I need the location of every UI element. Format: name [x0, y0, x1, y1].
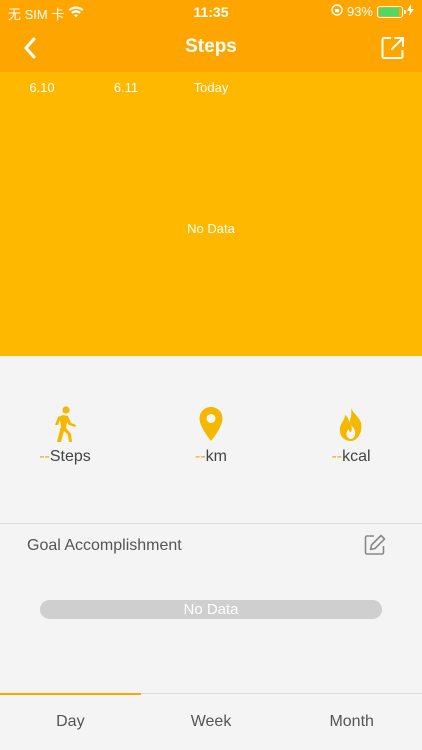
- status-bar: 无 SIM 卡 11:35 93%: [0, 0, 422, 24]
- distance-value: --: [195, 448, 206, 465]
- calories-unit: kcal: [342, 448, 371, 465]
- date-axis: 6.10 6.11 Today: [0, 80, 422, 96]
- share-button[interactable]: [380, 35, 406, 61]
- steps-value: --: [39, 448, 50, 465]
- charging-icon: [407, 4, 414, 19]
- date-label[interactable]: 6.10: [12, 80, 72, 95]
- header: 无 SIM 卡 11:35 93% Steps: [0, 0, 422, 72]
- page-title: Steps: [185, 36, 237, 57]
- battery-percent: 93%: [346, 4, 373, 19]
- date-label[interactable]: 6.11: [96, 80, 156, 95]
- calories-stat: --kcal: [291, 404, 411, 466]
- goal-title: Goal Accomplishment: [27, 537, 182, 554]
- steps-unit: Steps: [49, 448, 91, 465]
- steps-chart: 6.10 6.11 Today No Data: [0, 72, 422, 356]
- orientation-lock-icon: [331, 4, 343, 19]
- walking-person-icon: [5, 404, 125, 442]
- tab-month[interactable]: Month: [281, 694, 422, 750]
- battery-icon: [377, 5, 406, 18]
- share-icon: [381, 37, 404, 59]
- section-divider: [0, 523, 422, 524]
- steps-stat: --Steps: [5, 404, 125, 466]
- stats-row: --Steps --km --kcal: [0, 404, 422, 474]
- edit-goal-button[interactable]: [364, 534, 386, 556]
- distance-stat: --km: [151, 404, 271, 466]
- chart-empty-message: No Data: [187, 221, 235, 236]
- flame-icon: [291, 404, 411, 442]
- tab-week[interactable]: Week: [141, 694, 282, 750]
- date-label[interactable]: Today: [181, 80, 241, 95]
- calories-value: --: [331, 448, 343, 465]
- tab-day[interactable]: Day: [0, 693, 141, 750]
- period-tabs: Day Week Month: [0, 693, 422, 750]
- distance-unit: km: [205, 448, 227, 465]
- edit-icon: [364, 534, 386, 555]
- goal-progress-bar: No Data: [40, 600, 382, 619]
- location-pin-icon: [151, 404, 271, 442]
